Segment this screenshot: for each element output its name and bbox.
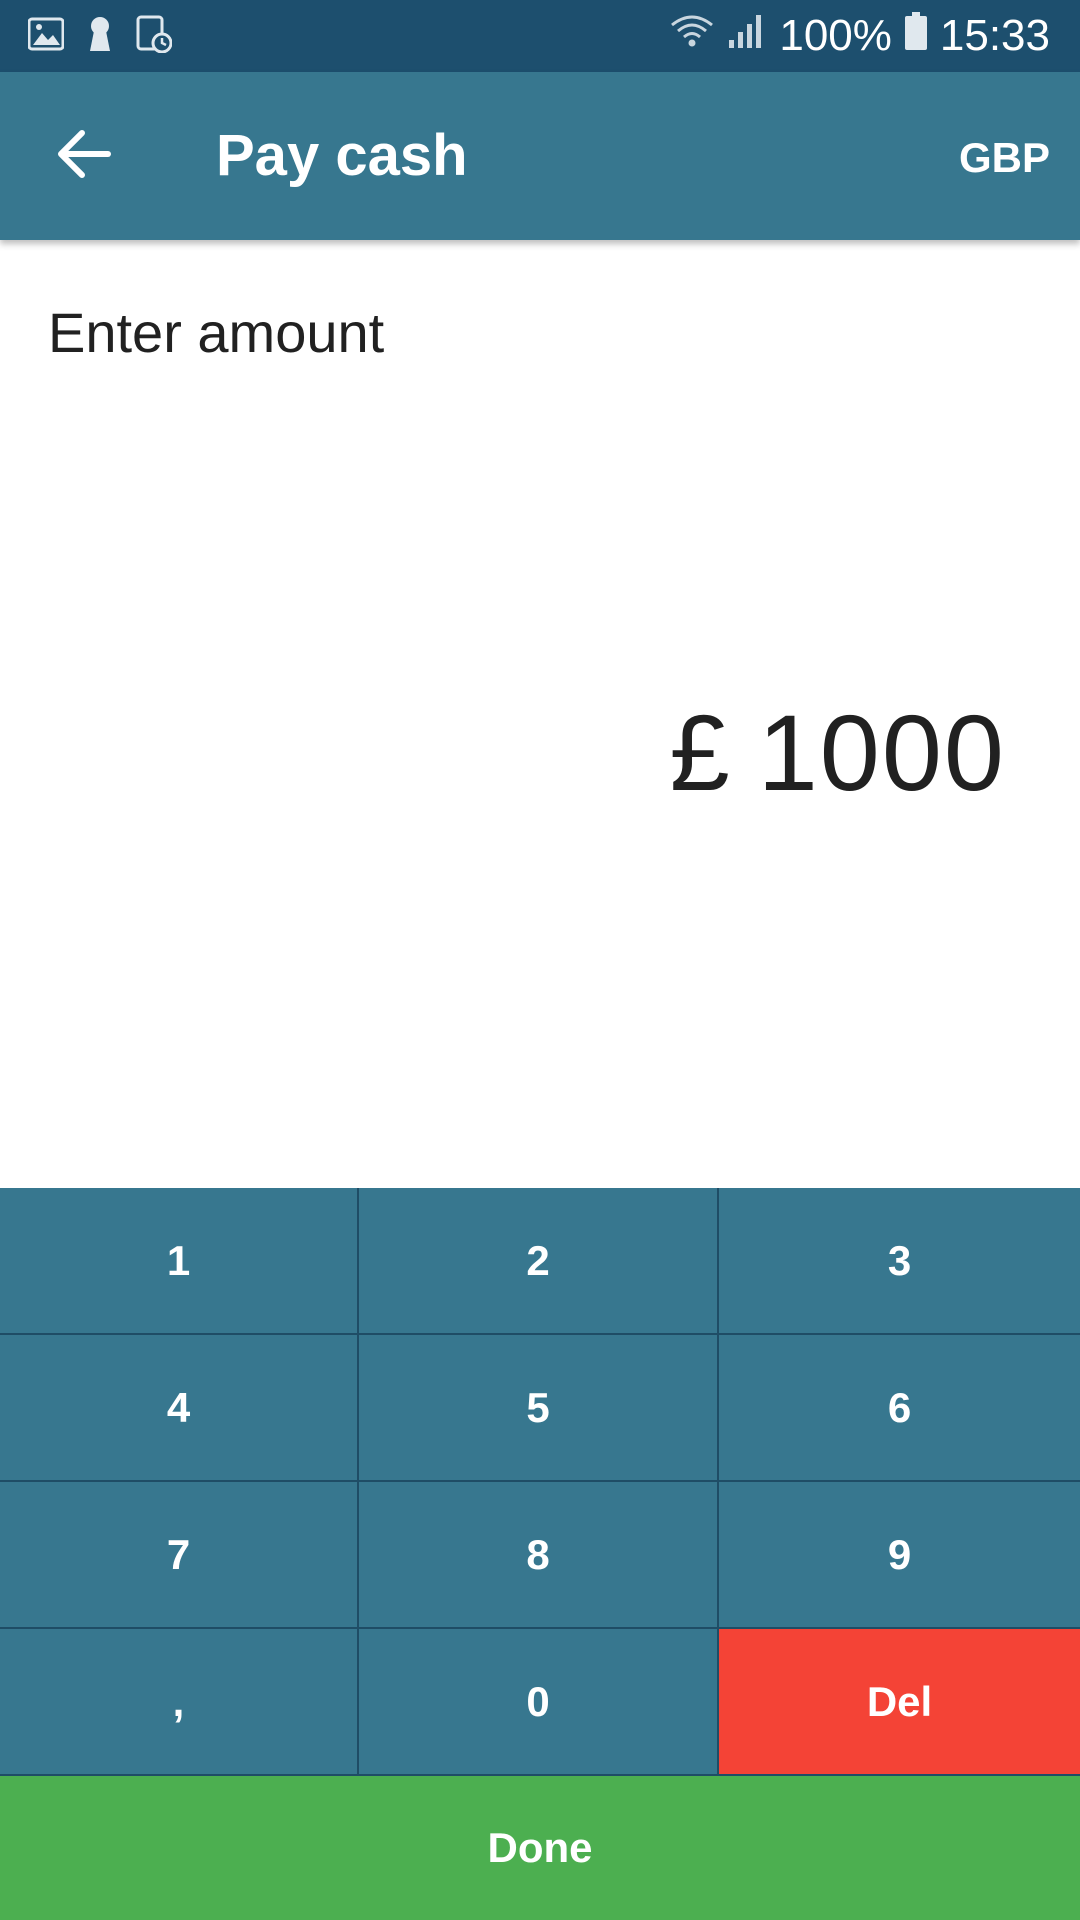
status-system-area: 100% 15:33 [669, 10, 1050, 62]
key-2[interactable]: 2 [359, 1188, 719, 1335]
amount-value: 1000 [757, 692, 1006, 813]
key-8[interactable]: 8 [359, 1482, 719, 1629]
currency-selector[interactable]: GBP [959, 134, 1050, 182]
page-title: Pay cash [216, 123, 468, 188]
key-3[interactable]: 3 [719, 1188, 1080, 1335]
app-bar: Pay cash GBP [0, 72, 1080, 240]
key-7[interactable]: 7 [0, 1482, 359, 1629]
currency-symbol: £ [669, 692, 732, 813]
amount-display: £1000 [670, 690, 1006, 815]
enter-amount-label: Enter amount [48, 301, 385, 364]
amount-entry-area: Enter amount £1000 [0, 240, 1080, 1188]
key-comma[interactable]: , [0, 1629, 359, 1776]
delete-button[interactable]: Del [719, 1629, 1080, 1776]
number-keypad: 1 2 3 4 5 6 7 8 9 , 0 Del [0, 1188, 1080, 1776]
battery-percent: 100% [779, 11, 892, 60]
image-icon [27, 17, 65, 56]
status-notification-icons [27, 14, 173, 58]
back-button[interactable] [40, 112, 128, 200]
key-1[interactable]: 1 [0, 1188, 359, 1335]
key-5[interactable]: 5 [359, 1335, 719, 1482]
arrow-left-icon [56, 129, 112, 184]
keyhole-icon [86, 15, 114, 58]
key-0[interactable]: 0 [359, 1629, 719, 1776]
battery-icon [904, 11, 928, 62]
key-9[interactable]: 9 [719, 1482, 1080, 1629]
wifi-icon [669, 11, 715, 62]
key-6[interactable]: 6 [719, 1335, 1080, 1482]
status-time: 15:33 [939, 11, 1050, 60]
key-4[interactable]: 4 [0, 1335, 359, 1482]
signal-icon [727, 11, 767, 61]
done-button[interactable]: Done [0, 1776, 1080, 1920]
status-bar: 100% 15:33 [0, 0, 1080, 72]
clock-clipboard-icon [136, 15, 173, 58]
